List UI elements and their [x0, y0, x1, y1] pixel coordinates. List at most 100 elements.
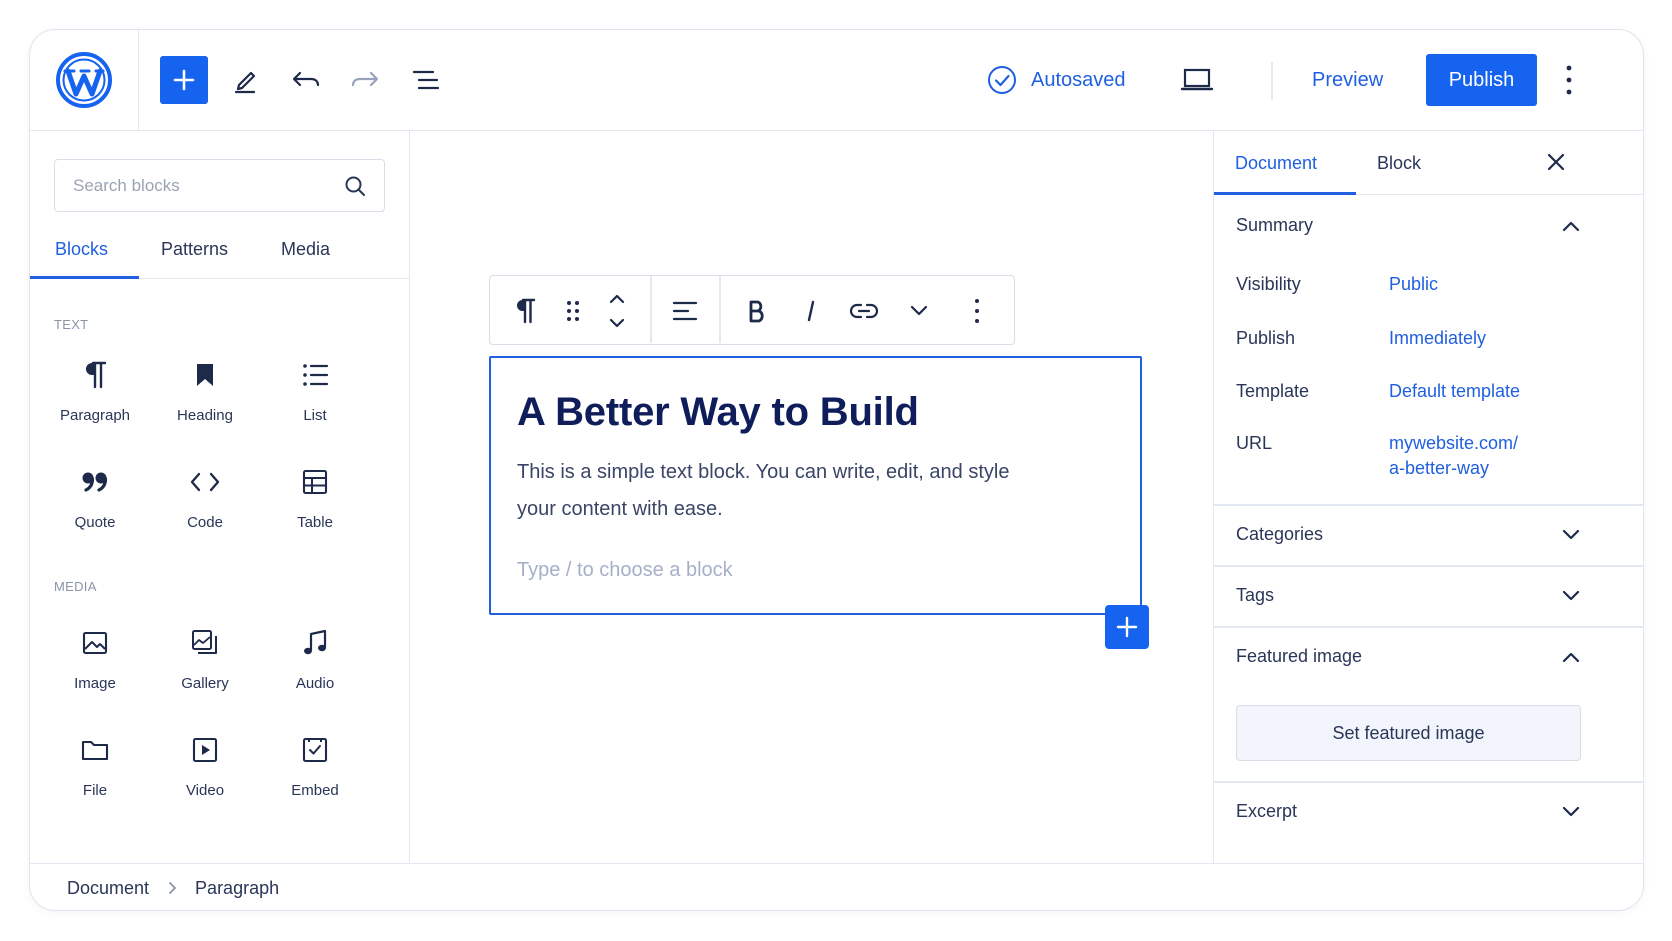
drag-handle[interactable] — [556, 294, 590, 328]
autosave-status: Autosaved — [987, 60, 1126, 100]
toolbar-divider — [719, 276, 721, 343]
tab-patterns[interactable]: Patterns — [161, 239, 228, 260]
visibility-label: Visibility — [1236, 274, 1301, 294]
tags-panel-toggle[interactable]: Tags — [1236, 585, 1581, 606]
wordpress-logo[interactable] — [30, 30, 139, 130]
block-code[interactable]: Code — [150, 462, 260, 542]
device-preview-button[interactable] — [1173, 56, 1221, 104]
tags-heading: Tags — [1236, 585, 1275, 605]
breadcrumb: Document Paragraph — [30, 863, 1643, 910]
bookmark-icon — [197, 364, 213, 386]
featured-image-panel-toggle[interactable]: Featured image — [1236, 646, 1581, 667]
block-gallery[interactable]: Gallery — [150, 623, 260, 703]
top-toolbar: Autosaved Preview Publish — [30, 30, 1643, 131]
block-label: Embed — [291, 782, 339, 799]
url-value-line-1: mywebsite.com/ — [1389, 433, 1519, 453]
breadcrumb-document[interactable]: Document — [67, 878, 149, 899]
block-label: Heading — [177, 407, 233, 424]
excerpt-panel-toggle[interactable]: Excerpt — [1236, 801, 1581, 822]
block-placeholder[interactable]: Type / to choose a block — [517, 559, 733, 582]
url-value-line-2: a-better-way — [1389, 458, 1490, 478]
block-label: Table — [297, 514, 333, 531]
undo-button[interactable] — [282, 56, 330, 104]
video-icon — [192, 737, 218, 763]
more-vertical-icon — [975, 299, 979, 323]
bold-button[interactable] — [740, 294, 774, 328]
search-input[interactable]: Search blocks — [54, 159, 385, 212]
publish-date-value[interactable]: Immediately — [1389, 326, 1486, 351]
template-value[interactable]: Default template — [1389, 379, 1520, 404]
bold-icon — [749, 300, 764, 323]
block-label: Image — [74, 675, 116, 692]
music-note-icon — [304, 629, 327, 655]
options-button[interactable] — [1563, 60, 1575, 100]
align-button[interactable] — [668, 294, 702, 328]
close-settings-button[interactable] — [1545, 151, 1567, 173]
tab-blocks[interactable]: Blocks — [55, 239, 108, 260]
document-overview-button[interactable] — [402, 56, 450, 104]
redo-button[interactable] — [341, 56, 389, 104]
drag-handle-icon — [567, 301, 579, 321]
selected-block[interactable]: A Better Way to Build This is a simple t… — [489, 356, 1142, 615]
summary-heading: Summary — [1236, 215, 1314, 235]
add-block-button[interactable] — [160, 56, 208, 104]
post-title[interactable]: A Better Way to Build — [517, 390, 919, 435]
inline-add-block-button[interactable] — [1105, 605, 1149, 649]
close-icon — [1547, 153, 1565, 171]
section-label-text: TEXT — [54, 317, 89, 332]
move-up-down-button[interactable] — [600, 288, 634, 334]
section-label-media: MEDIA — [54, 579, 97, 594]
publish-button[interactable]: Publish — [1426, 54, 1537, 106]
block-label: Audio — [295, 675, 335, 692]
link-button[interactable] — [847, 294, 881, 328]
paragraph-text[interactable]: This is a simple text block. You can wri… — [517, 454, 1037, 528]
embed-icon — [302, 737, 328, 763]
chevron-down-icon — [1562, 590, 1580, 600]
image-icon — [82, 631, 108, 655]
chevron-right-icon — [169, 882, 176, 894]
check-circle-icon — [988, 66, 1016, 94]
block-toolbar — [489, 275, 1015, 345]
code-icon — [190, 472, 220, 492]
chevron-down-icon — [1562, 806, 1580, 816]
block-options-button[interactable] — [960, 294, 994, 328]
block-audio[interactable]: Audio — [260, 623, 370, 703]
table-icon — [302, 469, 328, 495]
tab-media[interactable]: Media — [281, 239, 330, 260]
tools-button[interactable] — [221, 56, 269, 104]
visibility-value[interactable]: Public — [1389, 272, 1438, 297]
block-image[interactable]: Image — [40, 623, 150, 703]
block-quote[interactable]: Quote — [40, 462, 150, 542]
summary-panel-toggle[interactable]: Summary — [1236, 215, 1581, 236]
active-tab-indicator — [1214, 192, 1356, 195]
laptop-icon — [1180, 68, 1214, 91]
url-value[interactable]: mywebsite.com/ a-better-way — [1389, 431, 1518, 481]
categories-panel-toggle[interactable]: Categories — [1236, 524, 1581, 545]
set-featured-image-button[interactable]: Set featured image — [1236, 705, 1581, 761]
panel-divider — [1214, 565, 1643, 567]
block-heading[interactable]: Heading — [150, 355, 260, 435]
chevron-up-icon — [1562, 652, 1580, 662]
block-video[interactable]: Video — [150, 730, 260, 810]
block-file[interactable]: File — [40, 730, 150, 810]
more-rich-text-button[interactable] — [902, 294, 936, 328]
publish-label: Publish — [1236, 328, 1296, 348]
align-left-icon — [672, 301, 698, 321]
tab-block[interactable]: Block — [1377, 153, 1421, 174]
link-icon — [849, 303, 879, 319]
wordpress-icon — [56, 52, 112, 108]
categories-heading: Categories — [1236, 524, 1324, 544]
editor-canvas: A Better Way to Build This is a simple t… — [410, 131, 1213, 863]
block-embed[interactable]: Embed — [260, 730, 370, 810]
preview-button[interactable]: Preview — [1312, 60, 1383, 100]
block-type-button[interactable] — [508, 294, 542, 328]
editor-window: Autosaved Preview Publish Search blocks — [29, 29, 1644, 911]
block-table[interactable]: Table — [260, 462, 370, 542]
tab-document[interactable]: Document — [1235, 153, 1317, 174]
italic-button[interactable] — [794, 294, 828, 328]
block-paragraph[interactable]: Paragraph — [40, 355, 150, 435]
block-list[interactable]: List — [260, 355, 370, 435]
active-tab-indicator — [30, 276, 139, 279]
breadcrumb-paragraph[interactable]: Paragraph — [195, 878, 279, 899]
panel-divider — [1214, 781, 1643, 783]
